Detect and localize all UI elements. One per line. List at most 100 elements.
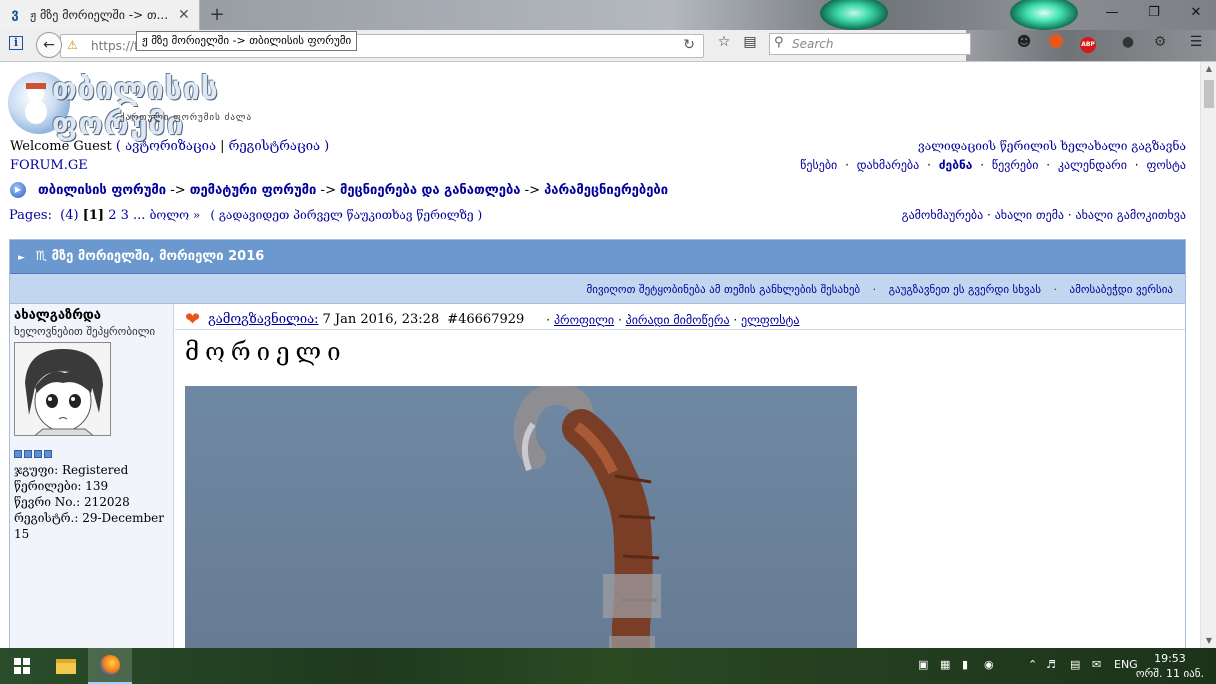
menu-help[interactable]: დახმარება — [857, 158, 920, 172]
extension-circle-icon[interactable]: ● — [1116, 34, 1140, 58]
url-text[interactable]: https://f — [91, 39, 138, 53]
avatar — [14, 342, 111, 436]
author-info: ჯგუფი: Registered წერილები: 139 წევრი No… — [14, 462, 173, 542]
restore-icon[interactable]: ❐ — [1134, 0, 1174, 28]
settings-gear-icon[interactable]: ⚙ — [1148, 34, 1172, 58]
menu-calendar[interactable]: კალენდარი — [1058, 158, 1127, 172]
page-link-2[interactable]: 2 — [108, 208, 116, 223]
notifications-icon[interactable]: ✉ — [1092, 658, 1101, 671]
post-id[interactable]: #46667929 — [447, 312, 524, 327]
post-author-pane: ახალგაზრდა ხელოვნებით შეპყრობილი ჯგუფი: … — [10, 304, 174, 648]
close-window-icon[interactable]: ✕ — [1176, 0, 1216, 28]
show-hidden-icons-icon[interactable]: ⌃ — [1028, 658, 1037, 671]
email-link[interactable]: ელფოსტა — [741, 313, 799, 327]
topic-arrow-icon: ► — [18, 253, 25, 263]
heart-icon: ❤ — [185, 308, 201, 330]
page-info-icon[interactable]: i — [4, 34, 28, 58]
clock-time: 19:53 — [1154, 652, 1186, 665]
pagination: Pages: (4) [1] 2 3 ... ბოლო » ( გადავიდე… — [9, 208, 483, 223]
page-scrollbar[interactable]: ▲ ▼ — [1200, 62, 1216, 648]
forum-favicon-icon: ვ — [11, 7, 19, 22]
breadcrumb-item-parascience[interactable]: პარამეცნიერებები — [544, 183, 668, 198]
post-header: ❤ გამოგზავნილია: 7 Jan 2016, 23:28 #4666… — [175, 304, 1185, 330]
menu-search[interactable]: ძებნა — [939, 158, 973, 172]
back-button[interactable]: ← — [36, 32, 62, 58]
breadcrumb-item-forum[interactable]: თბილისის ფორუმი — [38, 183, 166, 198]
author-name[interactable]: ახალგაზრდა — [14, 308, 173, 323]
post-body-title: მორიელი — [185, 338, 347, 366]
tab-tooltip: ჟ მზე მორიელში -> თბილისის ფორუმი — [136, 31, 358, 51]
rank-pips — [14, 450, 173, 458]
new-poll-link[interactable]: ახალი გამოკითხვა — [1076, 208, 1186, 222]
post-body-pane: ❤ გამოგზავნილია: 7 Jan 2016, 23:28 #4666… — [175, 304, 1185, 648]
breadcrumb-item-thematic[interactable]: თემატური ფორუმი — [190, 183, 317, 198]
reload-icon[interactable]: ↻ — [683, 37, 695, 53]
topic-actions: გამოხმაურება · ახალი თემა · ახალი გამოკი… — [901, 208, 1186, 222]
language-indicator[interactable]: ENG — [1114, 658, 1138, 671]
close-tab-icon[interactable]: ✕ — [178, 7, 190, 23]
resend-validation-link[interactable]: ვალიდაციის წერილის ხელახალი გაგზავნა — [918, 139, 1186, 153]
menu-mail[interactable]: ფოსტა — [1146, 158, 1186, 172]
breadcrumb-item-science[interactable]: მეცნიერება და განათლება — [340, 183, 520, 198]
hamburger-menu-icon[interactable]: ☰ — [1184, 34, 1208, 58]
folder-icon — [56, 658, 76, 674]
send-page-link[interactable]: გაუგზავნეთ ეს გვერდი სხვას — [889, 283, 1041, 296]
browser-tab-active[interactable]: ვ ჟ მზე მორიელში -> თ... ✕ — [0, 0, 200, 30]
page-link-3[interactable]: 3 — [121, 208, 129, 223]
new-tab-button[interactable]: + — [206, 4, 228, 26]
profile-link[interactable]: პროფილი — [554, 313, 614, 327]
tray-app-icon-3[interactable]: ▮ — [962, 658, 968, 671]
insecure-warning-icon[interactable]: ⚠ — [67, 38, 78, 52]
forum-page: თბილისის ფორუმი ქართული ფორუმის ძალა Wel… — [0, 62, 1200, 648]
scroll-down-icon[interactable]: ▼ — [1201, 634, 1216, 648]
file-explorer-button[interactable] — [44, 648, 88, 684]
tab-title: ჟ მზე მორიელში -> თ... — [30, 8, 169, 22]
system-clock[interactable]: 19:53 ორშ. 11 იან. — [1136, 651, 1204, 681]
page-link-last[interactable]: ბოლო » — [150, 208, 201, 222]
breadcrumb: ▶ თბილისის ფორუმი -> თემატური ფორუმი -> … — [10, 182, 668, 198]
search-placeholder: Search — [792, 37, 834, 51]
posted-label-link[interactable]: გამოგზავნილია: — [208, 312, 318, 327]
headphones-icon[interactable]: ◉ — [984, 658, 994, 671]
topic-title: ♏ მზე მორიელში, მორიელი 2016 — [35, 249, 265, 264]
topic-box: ► ♏ მზე მორიელში, მორიელი 2016 მივიღოთ შ… — [9, 239, 1186, 648]
site-name-link[interactable]: FORUM.GE — [10, 158, 88, 173]
welcome-bar: Welcome Guest ( ავტორიზაცია | რეგისტრაცი… — [10, 139, 330, 154]
wallpaper-eye-left — [820, 0, 888, 30]
firefox-taskbar-button[interactable] — [88, 648, 132, 684]
volume-icon[interactable]: ♬ — [1046, 658, 1056, 671]
reply-link[interactable]: გამოხმაურება — [902, 208, 984, 222]
logo-subtitle: ქართული ფორუმის ძალა — [120, 113, 253, 123]
windows-taskbar: ▣ ▦ ▮ ◉ ⌃ ♬ ▤ ✉ ENG 19:53 ორშ. 11 იან. — [0, 648, 1216, 684]
extension-face-icon[interactable]: ☻ — [1012, 34, 1036, 58]
bookmark-star-icon[interactable]: ☆ — [712, 34, 736, 58]
menu-members[interactable]: წევრები — [992, 158, 1039, 172]
login-link[interactable]: ავტორიზაცია — [125, 139, 216, 154]
tray-app-icon-2[interactable]: ▦ — [940, 658, 950, 671]
scroll-thumb[interactable] — [1204, 80, 1214, 108]
search-input[interactable]: ⚲ Search — [769, 33, 971, 55]
minimize-icon[interactable]: — — [1092, 0, 1132, 28]
welcome-text: Welcome Guest — [10, 139, 112, 154]
extension-blocked-icon[interactable] — [1044, 34, 1068, 58]
reading-list-icon[interactable]: ▤ — [738, 34, 762, 58]
print-version-link[interactable]: ამოსაბეჭდი ვერსია — [1069, 283, 1173, 296]
first-unread-link[interactable]: ( გადავიდეთ პირველ წაუკითხავ წერილზე ) — [210, 208, 482, 222]
scroll-up-icon[interactable]: ▲ — [1201, 62, 1216, 76]
topic-title-bar: ► ♏ მზე მორიელში, მორიელი 2016 — [10, 240, 1185, 274]
search-icon: ⚲ — [774, 35, 784, 50]
network-icon[interactable]: ▤ — [1070, 658, 1080, 671]
adblock-plus-icon[interactable]: ABP — [1076, 34, 1100, 58]
forum-logo[interactable]: თბილისის ფორუმი ქართული ფორუმის ძალა — [8, 70, 270, 142]
pm-link[interactable]: პირადი მიმოწერა — [626, 313, 730, 327]
top-menu: წესები · დახმარება · ძებნა · წევრები · კ… — [800, 158, 1186, 172]
firefox-icon — [100, 655, 120, 675]
author-member-no: წევრი No.: 212028 — [14, 495, 130, 509]
subscribe-topic-link[interactable]: მივიღოთ შეტყობინება ამ თემის განხლების შ… — [587, 283, 861, 296]
menu-rules[interactable]: წესები — [800, 158, 837, 172]
author-group: ჯგუფი: Registered — [14, 463, 129, 477]
register-link[interactable]: რეგისტრაცია — [229, 139, 320, 154]
start-button[interactable] — [0, 648, 44, 684]
new-topic-link[interactable]: ახალი თემა — [995, 208, 1064, 222]
tray-app-icon-1[interactable]: ▣ — [918, 658, 928, 671]
